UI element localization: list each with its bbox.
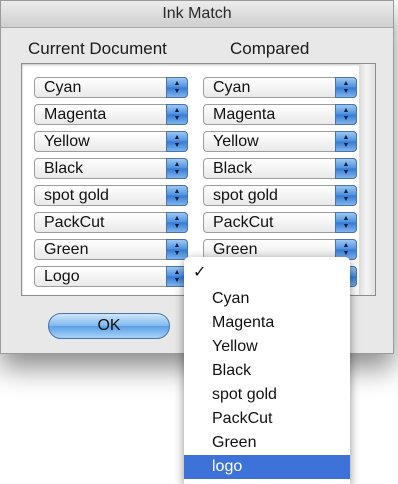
menu-item-green[interactable]: Green	[184, 431, 350, 455]
current-ink-popup[interactable]: Logo ▲ ▼	[34, 266, 188, 287]
ok-button[interactable]: OK	[48, 313, 170, 339]
menu-item-label: Cyan	[212, 290, 250, 307]
compared-ink-popup[interactable]: PackCut ▲ ▼	[203, 212, 357, 233]
compared-ink-label: spot gold	[213, 187, 278, 204]
stepper-arrows-icon: ▲▼	[335, 212, 357, 233]
current-ink-label: Black	[44, 160, 84, 177]
checkmark-icon: ✓	[193, 264, 207, 281]
stepper-arrows-icon: ▲▼	[166, 239, 188, 260]
current-ink-popup[interactable]: Magenta ▲ ▼	[34, 104, 188, 125]
stepper-arrows-icon: ▲▼	[335, 131, 357, 152]
compared-ink-label: Magenta	[213, 106, 276, 123]
current-ink-popup[interactable]: Green ▲ ▼	[34, 239, 188, 260]
menu-item-black[interactable]: Black	[184, 359, 350, 383]
menu-item-yellow[interactable]: Yellow	[184, 335, 350, 359]
stepper-arrows-icon: ▲▼	[166, 158, 188, 179]
compared-ink-popup[interactable]: Black ▲ ▼	[203, 158, 357, 179]
compared-ink-label: PackCut	[213, 214, 274, 231]
current-ink-label: PackCut	[44, 214, 105, 231]
menu-item-label: Yellow	[212, 338, 258, 355]
menu-item-label: Black	[212, 362, 252, 379]
stepper-arrows-icon: ▲▼	[166, 212, 188, 233]
current-ink-label: Green	[44, 241, 89, 258]
current-ink-label: Cyan	[44, 79, 82, 96]
menu-item-label: Magenta	[212, 314, 275, 331]
compared-ink-label: Black	[213, 160, 253, 177]
menu-item-packcut[interactable]: PackCut	[184, 407, 350, 431]
menu-item-label: logo	[212, 458, 243, 475]
menu-item-cyan[interactable]: Cyan	[184, 287, 350, 311]
menu-item-label: spot gold	[212, 386, 277, 403]
stepper-arrows-icon: ▲▼	[335, 185, 357, 206]
current-ink-popup[interactable]: Yellow ▲ ▼	[34, 131, 188, 152]
stepper-arrows-icon: ▲▼	[335, 104, 357, 125]
current-ink-popup[interactable]: Black ▲ ▼	[34, 158, 188, 179]
stepper-arrows-icon: ▲▼	[166, 185, 188, 206]
stepper-arrows-icon: ▲▼	[166, 104, 188, 125]
compared-ink-label: Cyan	[213, 79, 251, 96]
current-ink-popup[interactable]: PackCut ▲ ▼	[34, 212, 188, 233]
compared-ink-popup[interactable]: Magenta ▲ ▼	[203, 104, 357, 125]
menu-item-none[interactable]: ✓	[184, 261, 350, 285]
compared-ink-label: Yellow	[213, 133, 259, 150]
menu-item-magenta[interactable]: Magenta	[184, 311, 350, 335]
current-ink-label: spot gold	[44, 187, 109, 204]
compared-ink-popup[interactable]: Yellow ▲ ▼	[203, 131, 357, 152]
menu-item-logo[interactable]: logo	[184, 455, 350, 479]
menu-item-label: Green	[212, 434, 257, 451]
compared-ink-popup[interactable]: spot gold ▲ ▼	[203, 185, 357, 206]
current-ink-label: Magenta	[44, 106, 107, 123]
current-ink-label: Yellow	[44, 133, 90, 150]
stepper-arrows-icon: ▲▼	[335, 158, 357, 179]
stepper-arrows-icon: ▲▼	[335, 77, 357, 98]
current-ink-popup[interactable]: Cyan ▲ ▼	[34, 77, 188, 98]
stepper-arrows-icon: ▲▼	[166, 77, 188, 98]
current-ink-label: Logo	[44, 268, 80, 285]
header-current-document: Current Document	[28, 39, 167, 58]
ink-dropdown-menu: ✓ Cyan Magenta Yellow Black spot gold Pa…	[184, 257, 350, 484]
compared-ink-popup[interactable]: Cyan ▲ ▼	[203, 77, 357, 98]
list-scrollbar[interactable]	[359, 63, 376, 296]
dialog-title: Ink Match	[1, 1, 393, 28]
menu-item-label: PackCut	[212, 410, 273, 427]
stepper-arrows-icon: ▲▼	[166, 131, 188, 152]
current-ink-popup[interactable]: spot gold ▲ ▼	[34, 185, 188, 206]
header-compared: Compared	[230, 39, 310, 58]
menu-item-spot-gold[interactable]: spot gold	[184, 383, 350, 407]
